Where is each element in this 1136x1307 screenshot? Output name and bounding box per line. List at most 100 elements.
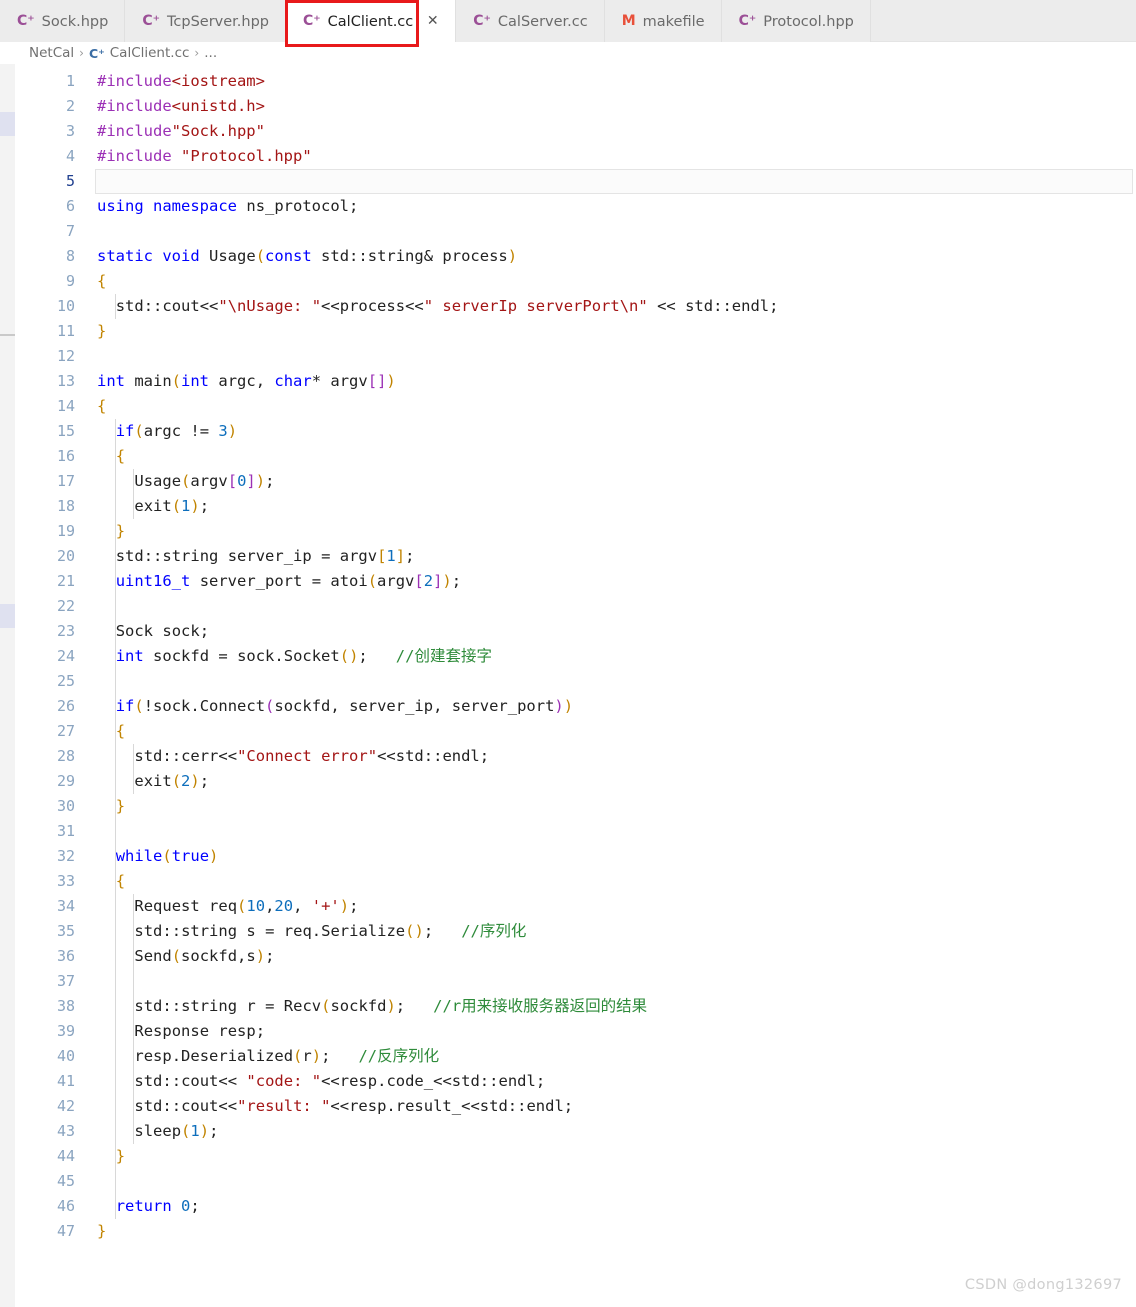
tab-protocol-hpp[interactable]: C⁺ Protocol.hpp (721, 0, 871, 42)
code-text: { (97, 397, 107, 415)
code-line[interactable]: 3 #include"Sock.hpp" (15, 119, 1136, 144)
line-number: 40 (56, 1047, 75, 1065)
line-number: 9 (65, 272, 75, 290)
code-line[interactable]: 27 { (15, 719, 1136, 744)
code-line[interactable]: 26 if(!sock.Connect(sockfd, server_ip, s… (15, 694, 1136, 719)
breadcrumb-item-overflow[interactable]: ... (204, 45, 217, 61)
close-icon[interactable]: ✕ (426, 14, 439, 28)
code-line[interactable]: 16 { (15, 444, 1136, 469)
code-line[interactable]: 9{ (15, 269, 1136, 294)
tab-label: CalClient.cc (327, 13, 414, 30)
tab-label: CalServer.cc (497, 13, 588, 30)
code-line[interactable]: 21 uint16_t server_port = atoi(argv[2]); (15, 569, 1136, 594)
code-line[interactable]: 42 std::cout<<"result: "<<resp.result_<<… (15, 1094, 1136, 1119)
line-number: 25 (56, 672, 75, 690)
line-number: 22 (56, 597, 75, 615)
breadcrumb-item-project[interactable]: NetCal (29, 45, 74, 61)
code-text: { (97, 272, 107, 290)
code-text: static void Usage(const std::string& pro… (97, 247, 518, 265)
code-line[interactable]: 43 sleep(1); (15, 1119, 1136, 1144)
code-line[interactable]: 18 exit(1); (15, 494, 1136, 519)
code-text: std::cout<<"result: "<<resp.result_<<std… (134, 1097, 574, 1115)
code-line[interactable]: 44 } (15, 1144, 1136, 1169)
code-line[interactable]: 30 } (15, 794, 1136, 819)
code-line[interactable]: 5 (15, 169, 1136, 194)
tab-makefile[interactable]: M makefile (604, 0, 722, 42)
code-line[interactable]: 41 std::cout<< "code: "<<resp.code_<<std… (15, 1069, 1136, 1094)
line-number: 44 (56, 1147, 75, 1165)
line-number: 8 (65, 247, 75, 265)
line-number: 3 (65, 122, 75, 140)
line-number: 46 (56, 1197, 75, 1215)
code-text: int sockfd = sock.Socket(); //创建套接字 (115, 647, 492, 665)
code-content[interactable]: 1 #include<iostream> 2 #include<unistd.h> 3 #… (15, 64, 1136, 1307)
tab-tcpserver-hpp[interactable]: C⁺ TcpServer.hpp (125, 0, 286, 42)
editor-decoration-strip[interactable] (0, 64, 15, 1307)
code-line[interactable]: 24 int sockfd = sock.Socket(); //创建套接字 (15, 644, 1136, 669)
code-line[interactable]: 12 (15, 344, 1136, 369)
code-line[interactable]: 36 Send(sockfd,s); (15, 944, 1136, 969)
code-line[interactable]: 7 (15, 219, 1136, 244)
code-line[interactable]: 47} (15, 1219, 1136, 1244)
indent-guide (133, 894, 135, 1144)
code-line[interactable]: 22 (15, 594, 1136, 619)
code-text: } (115, 522, 126, 540)
code-line[interactable]: 19 } (15, 519, 1136, 544)
tab-sock-hpp[interactable]: C⁺ Sock.hpp (0, 0, 126, 42)
code-line[interactable]: 45 (15, 1169, 1136, 1194)
current-line-highlight (95, 169, 1133, 194)
code-line[interactable]: 31 (15, 819, 1136, 844)
tab-label: TcpServer.hpp (167, 13, 269, 30)
code-line[interactable]: 37 (15, 969, 1136, 994)
code-line[interactable]: 33 { (15, 869, 1136, 894)
code-line[interactable]: 32 while(true) (15, 844, 1136, 869)
code-line[interactable]: 15 if(argc != 3) (15, 419, 1136, 444)
line-number: 34 (56, 897, 75, 915)
code-line[interactable]: 17 Usage(argv[0]); (15, 469, 1136, 494)
cpp-file-icon: C⁺ (17, 13, 35, 29)
code-line[interactable]: 20 std::string server_ip = argv[1]; (15, 544, 1136, 569)
code-line[interactable]: 35 std::string s = req.Serialize(); //序列… (15, 919, 1136, 944)
chevron-right-icon: › (194, 46, 200, 60)
code-line[interactable]: 25 (15, 669, 1136, 694)
code-text: std::cerr<<"Connect error"<<std::endl; (134, 747, 490, 765)
line-number: 35 (56, 922, 75, 940)
code-line[interactable]: 40 resp.Deserialized(r); //反序列化 (15, 1044, 1136, 1069)
code-editor: 1 #include<iostream> 2 #include<unistd.h> 3 #… (0, 64, 1136, 1307)
code-line[interactable]: 6 using namespace ns_protocol; (15, 194, 1136, 219)
breadcrumb-item-file[interactable]: CalClient.cc (110, 45, 190, 61)
code-line[interactable]: 28 std::cerr<<"Connect error"<<std::endl… (15, 744, 1136, 769)
code-text: } (97, 322, 107, 340)
code-line[interactable]: 23 Sock sock; (15, 619, 1136, 644)
code-line[interactable]: 29 exit(2); (15, 769, 1136, 794)
line-number: 6 (65, 197, 75, 215)
code-text: std::string server_ip = argv[1]; (115, 547, 415, 565)
code-line[interactable]: 4 #include "Protocol.hpp" (15, 144, 1136, 169)
code-text: Response resp; (134, 1022, 266, 1040)
cpp-file-icon: C⁺ (473, 13, 491, 29)
code-text: if(!sock.Connect(sockfd, server_ip, serv… (115, 697, 574, 715)
code-line[interactable]: 46 return 0; (15, 1194, 1136, 1219)
tab-calserver-cc[interactable]: C⁺ CalServer.cc (456, 0, 605, 42)
code-line[interactable]: 10 std::cout<<"\nUsage: "<<process<<" se… (15, 294, 1136, 319)
code-line[interactable]: 8 static void Usage(const std::string& pr… (15, 244, 1136, 269)
code-line[interactable]: 11} (15, 319, 1136, 344)
code-line[interactable]: 14 { (15, 394, 1136, 419)
line-number: 1 (65, 72, 75, 90)
line-number: 21 (56, 572, 75, 590)
line-number: 16 (56, 447, 75, 465)
tab-calclient-cc[interactable]: C⁺ CalClient.cc ✕ (286, 0, 457, 42)
code-line[interactable]: 39 Response resp; (15, 1019, 1136, 1044)
code-line[interactable]: 38 std::string r = Recv(sockfd); //r用来接收… (15, 994, 1136, 1019)
code-line[interactable]: 13 int main(int argc, char* argv[]) (15, 369, 1136, 394)
code-text: #include<unistd.h> (97, 97, 265, 115)
code-text: using namespace ns_protocol; (97, 197, 359, 215)
line-number: 15 (56, 422, 75, 440)
code-line[interactable]: 1 #include<iostream> (15, 69, 1136, 94)
line-number: 7 (65, 222, 75, 240)
line-number: 20 (56, 547, 75, 565)
code-line[interactable]: 2 #include<unistd.h> (15, 94, 1136, 119)
line-number: 45 (56, 1172, 75, 1190)
code-line[interactable]: 34 Request req(10,20, '+'); (15, 894, 1136, 919)
line-number: 36 (56, 947, 75, 965)
